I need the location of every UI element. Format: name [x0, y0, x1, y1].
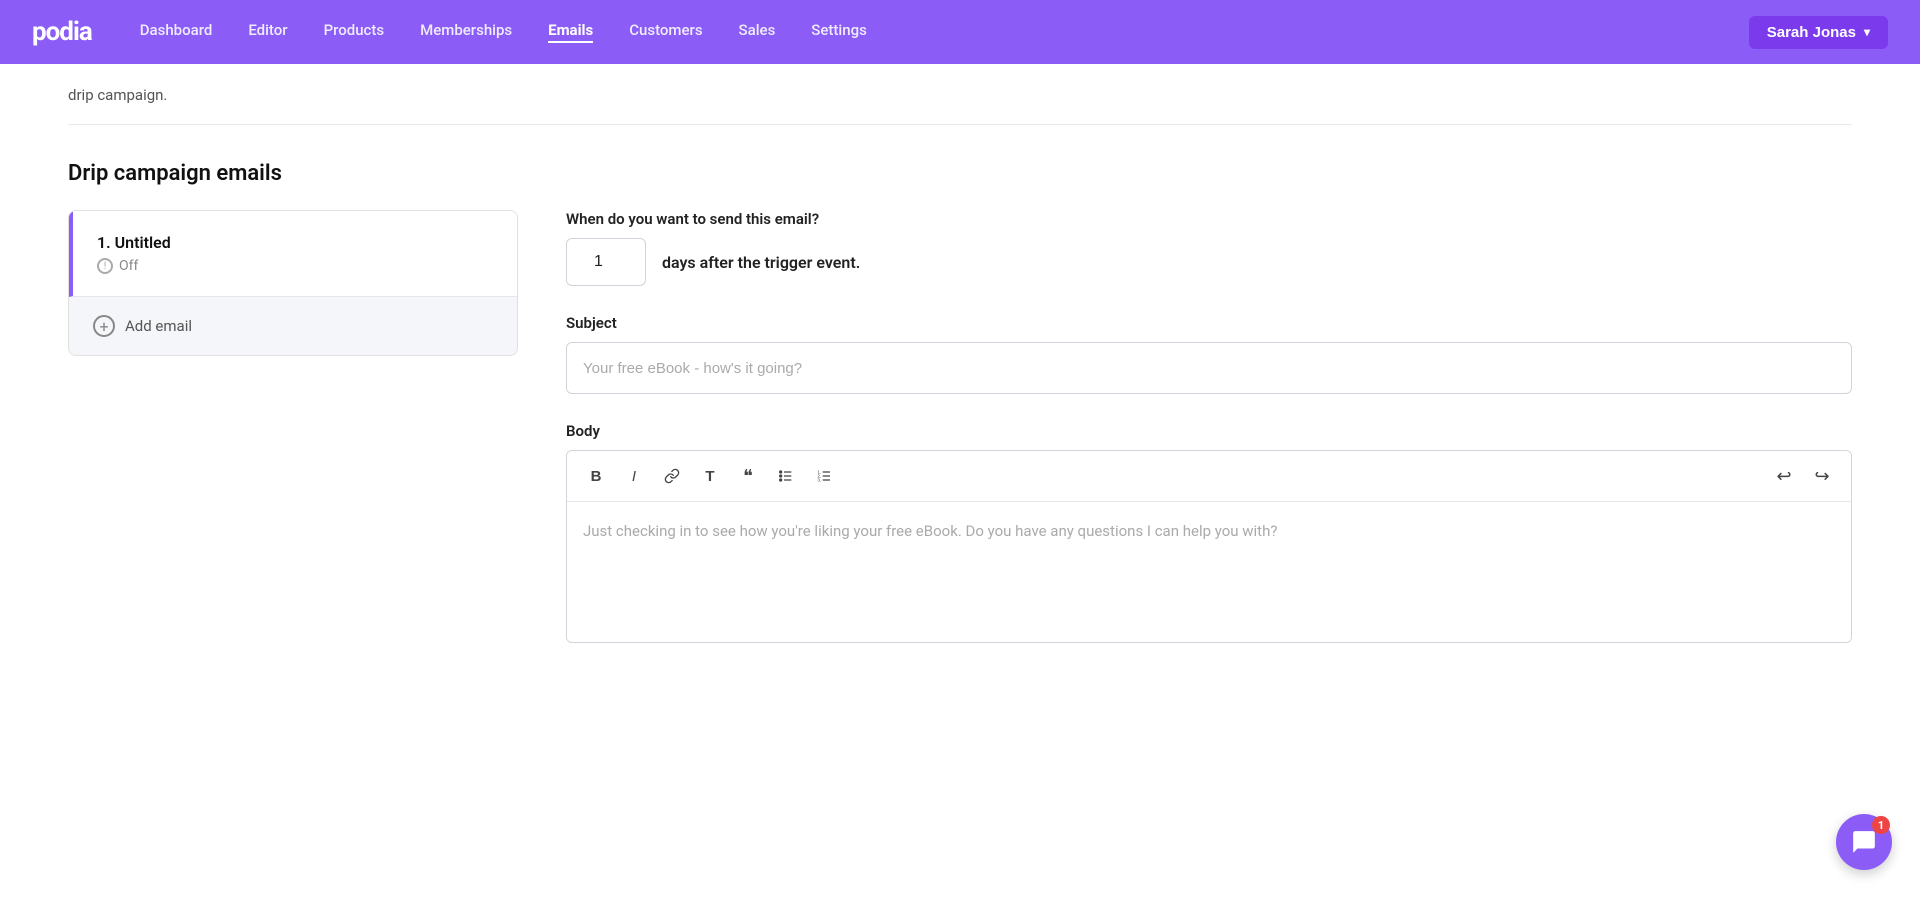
- nav-links: Dashboard Editor Products Memberships Em…: [140, 21, 1749, 43]
- page-content: drip campaign. Drip campaign emails 1. U…: [0, 64, 1920, 671]
- redo-button[interactable]: ↪: [1805, 459, 1839, 493]
- status-label: Off: [119, 258, 138, 274]
- section-title: Drip campaign emails: [68, 161, 1852, 186]
- bullet-list-button[interactable]: [769, 459, 803, 493]
- body-editor[interactable]: Just checking in to see how you're likin…: [567, 502, 1851, 642]
- text-style-button[interactable]: T: [693, 459, 727, 493]
- nav-sales[interactable]: Sales: [739, 21, 776, 43]
- navbar: podia Dashboard Editor Products Membersh…: [0, 0, 1920, 64]
- chat-badge: 1: [1872, 816, 1890, 834]
- subject-group: Subject: [566, 314, 1852, 394]
- timing-suffix: days after the trigger event.: [662, 253, 860, 272]
- timing-label: When do you want to send this email?: [566, 210, 1852, 228]
- add-email-icon: +: [93, 315, 115, 337]
- body-group: Body B I T ❝: [566, 422, 1852, 643]
- subject-label: Subject: [566, 314, 1852, 332]
- bold-button[interactable]: B: [579, 459, 613, 493]
- email-item[interactable]: 1. Untitled ! Off: [69, 211, 517, 297]
- nav-memberships[interactable]: Memberships: [420, 21, 512, 43]
- logo[interactable]: podia: [32, 17, 92, 47]
- timing-group: When do you want to send this email? day…: [566, 210, 1852, 286]
- drip-hint: drip campaign.: [68, 64, 1852, 125]
- undo-button[interactable]: ↩: [1767, 459, 1801, 493]
- email-list-panel: 1. Untitled ! Off + Add email: [68, 210, 518, 356]
- user-name: Sarah Jonas: [1767, 24, 1856, 41]
- email-item-title: 1. Untitled: [97, 233, 493, 252]
- nav-settings[interactable]: Settings: [811, 21, 867, 43]
- add-email-row[interactable]: + Add email: [69, 297, 517, 355]
- drip-layout: 1. Untitled ! Off + Add email When do yo…: [68, 210, 1852, 671]
- email-form: When do you want to send this email? day…: [566, 210, 1852, 671]
- nav-products[interactable]: Products: [324, 21, 385, 43]
- user-menu-button[interactable]: Sarah Jonas ▾: [1749, 16, 1888, 49]
- nav-customers[interactable]: Customers: [629, 21, 702, 43]
- timing-row: days after the trigger event.: [566, 238, 1852, 286]
- chat-bubble[interactable]: 1: [1836, 814, 1892, 870]
- nav-emails[interactable]: Emails: [548, 21, 593, 43]
- chevron-down-icon: ▾: [1864, 25, 1870, 39]
- editor-container: B I T ❝: [566, 450, 1852, 643]
- link-button[interactable]: [655, 459, 689, 493]
- subject-input[interactable]: [566, 342, 1852, 394]
- ordered-list-button[interactable]: 1. 2. 3.: [807, 459, 841, 493]
- timing-input[interactable]: [566, 238, 646, 286]
- editor-toolbar: B I T ❝: [567, 451, 1851, 502]
- svg-text:3.: 3.: [817, 477, 821, 482]
- italic-button[interactable]: I: [617, 459, 651, 493]
- status-off-icon: !: [97, 258, 113, 274]
- nav-dashboard[interactable]: Dashboard: [140, 21, 213, 43]
- add-email-label: Add email: [125, 317, 192, 335]
- email-item-status: ! Off: [97, 258, 493, 274]
- nav-editor[interactable]: Editor: [248, 21, 287, 43]
- body-label: Body: [566, 422, 1852, 440]
- quote-button[interactable]: ❝: [731, 459, 765, 493]
